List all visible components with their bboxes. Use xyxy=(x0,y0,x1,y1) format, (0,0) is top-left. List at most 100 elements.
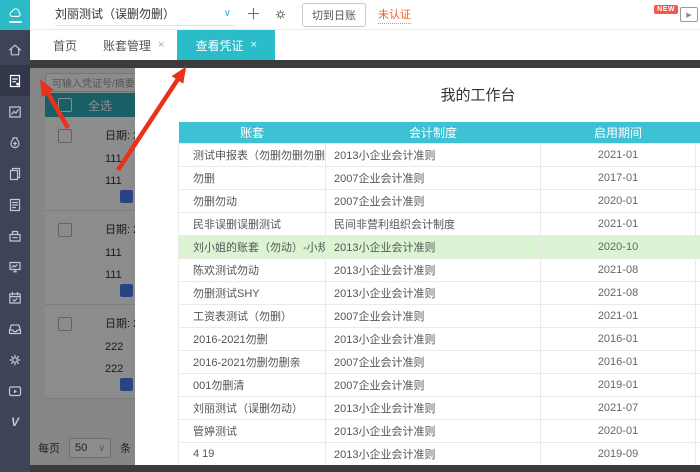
enable-period: 2021-01 xyxy=(540,143,696,167)
accounting-standard: 2013小企业会计准则 xyxy=(325,258,541,282)
empty-cell xyxy=(695,350,700,374)
cashier-icon xyxy=(9,230,21,242)
checkout-calendar-icon xyxy=(9,291,21,304)
empty-cell xyxy=(695,235,700,259)
account-set-row[interactable]: 测试申报表（勿删勿删勿删） 2013小企业会计准则 2021-01 xyxy=(178,143,700,167)
accounting-standard: 2013小企业会计准则 xyxy=(325,327,541,351)
account-set-name: 001勿删清 xyxy=(178,373,326,397)
sidebar-item-form[interactable] xyxy=(0,189,30,220)
tab-首页[interactable]: 首页 xyxy=(40,30,90,60)
fund-icon xyxy=(10,136,20,148)
sidebar-item-video-player[interactable] xyxy=(0,375,30,406)
column-header: 会计制度 xyxy=(325,122,541,144)
account-set-row[interactable]: 001勿删清 2007企业会计准则 2019-01 xyxy=(178,373,700,397)
empty-cell xyxy=(695,396,700,420)
enable-period: 2021-08 xyxy=(540,258,696,282)
empty-cell xyxy=(695,419,700,443)
enable-period: 2020-01 xyxy=(540,419,696,443)
accounting-standard: 2013小企业会计准则 xyxy=(325,281,541,305)
account-set-row[interactable]: 勿删勿动 2007企业会计准则 2020-01 xyxy=(178,189,700,213)
switch-daily-ledger-button[interactable]: 切到日账 xyxy=(302,2,367,27)
topbar: 刘丽测试（误删勿删） ∨ ＋ 切到日账 未认证 NEW ▶ xyxy=(30,0,700,30)
account-set-name: 刘小姐的账套（勿动）-小规模，再删... xyxy=(178,235,326,259)
sidebar-item-voucher[interactable] xyxy=(0,65,30,96)
account-set-table: 账套 会计制度 启用期间 测试申报表（勿删勿删勿删） 2013小企业会计准则 2021-0… xyxy=(178,122,700,465)
sidebar-item-monitor[interactable] xyxy=(0,251,30,282)
account-set-row[interactable]: 2016-2021勿删 2013小企业会计准则 2016-01 xyxy=(178,327,700,351)
tab-close-icon[interactable]: × xyxy=(250,39,256,51)
account-set-name: 管婷测试 xyxy=(178,419,326,443)
form-icon xyxy=(9,198,21,211)
monitor-icon xyxy=(9,261,21,272)
accounting-standard: 2007企业会计准则 xyxy=(325,304,541,328)
account-set-name: 工资表测试（勿删） xyxy=(178,304,326,328)
column-header: 启用期间 xyxy=(540,122,696,144)
empty-cell xyxy=(695,166,700,190)
enable-period: 2021-07 xyxy=(540,396,696,420)
sidebar-item-v-logo[interactable]: V xyxy=(0,406,30,437)
cloud-logo-icon xyxy=(9,8,21,17)
accounting-standard: 2013小企业会计准则 xyxy=(325,442,541,465)
account-set-row[interactable]: 刘小姐的账套（勿动）-小规模，再删...2013小企业会计准则2020-10 xyxy=(178,235,700,259)
enable-period: 2021-08 xyxy=(540,281,696,305)
enable-period: 2020-10 xyxy=(540,235,696,259)
empty-cell xyxy=(695,212,700,236)
account-set-name: 勿删测试SHY xyxy=(178,281,326,305)
tab-bar: 首页 账套管理 × 查看凭证 × xyxy=(30,30,700,60)
sidebar-item-cashier[interactable] xyxy=(0,220,30,251)
sidebar-item-fund[interactable] xyxy=(0,127,30,158)
sidebar-item-invoice-copy[interactable] xyxy=(0,158,30,189)
gear-icon xyxy=(276,10,286,19)
cert-status-link[interactable]: 未认证 xyxy=(378,6,412,24)
settings-icon[interactable] xyxy=(273,7,288,22)
add-account-button[interactable]: ＋ xyxy=(246,7,261,22)
workbench-modal: 我的工作台 账套 会计制度 启用期间 测试申报表（勿删勿删勿删） 2013小企业会计准则… xyxy=(135,68,700,465)
empty-cell xyxy=(695,327,700,351)
empty-cell xyxy=(695,258,700,282)
account-set-row[interactable]: 2016-2021勿删勿删亲 2007企业会计准则 2016-01 xyxy=(178,350,700,374)
account-set-name: 勿删勿动 xyxy=(178,189,326,213)
tab-查看凭证[interactable]: 查看凭证 × xyxy=(177,30,275,60)
accounting-standard: 2013小企业会计准则 xyxy=(325,419,541,443)
account-set-name: 勿删 xyxy=(178,166,326,190)
tab-label: 查看凭证 xyxy=(195,38,244,53)
account-set-row[interactable]: 陈欢测试勿动 2013小企业会计准则 2021-08 xyxy=(178,258,700,282)
enable-period: 2020-01 xyxy=(540,189,696,213)
sidebar-item-report-chart[interactable] xyxy=(0,96,30,127)
accounting-standard: 2007企业会计准则 xyxy=(325,166,541,190)
account-selector[interactable]: 刘丽测试（误删勿删） ∨ xyxy=(55,3,235,26)
account-set-row[interactable]: 工资表测试（勿删） 2007企业会计准则 2021-01 xyxy=(178,304,700,328)
enable-period: 2017-01 xyxy=(540,166,696,190)
accounting-standard: 2007企业会计准则 xyxy=(325,350,541,374)
empty-cell xyxy=(695,442,700,465)
brand-logo[interactable] xyxy=(0,0,30,30)
enable-period: 2016-01 xyxy=(540,350,696,374)
accounting-standard: 2013小企业会计准则 xyxy=(325,235,541,259)
empty-cell xyxy=(695,281,700,305)
account-set-row[interactable]: 刘丽测试（误删勿动） 2013小企业会计准则 2021-07 xyxy=(178,396,700,420)
enable-period: 2021-01 xyxy=(540,212,696,236)
empty-cell xyxy=(695,304,700,328)
video-player-icon xyxy=(8,385,22,396)
sidebar-item-gear[interactable] xyxy=(0,344,30,375)
account-set-name: 刘丽测试（误删勿动） xyxy=(178,396,326,420)
account-set-row[interactable]: 4 19 2013小企业会计准则 2019-09 xyxy=(178,442,700,465)
empty-cell xyxy=(695,373,700,397)
sidebar-item-checkout-calendar[interactable] xyxy=(0,282,30,313)
accounting-standard: 2013小企业会计准则 xyxy=(325,143,541,167)
inbox-icon xyxy=(8,323,22,334)
account-set-row[interactable]: 管婷测试 2013小企业会计准则 2020-01 xyxy=(178,419,700,443)
tab-label: 首页 xyxy=(53,38,78,53)
enable-period: 2019-09 xyxy=(540,442,696,465)
account-set-row[interactable]: 勿删测试SHY 2013小企业会计准则 2021-08 xyxy=(178,281,700,305)
accounting-standard: 2007企业会计准则 xyxy=(325,189,541,213)
video-icon[interactable]: ▶ xyxy=(680,7,698,22)
account-set-row[interactable]: 民非误删误删测试 民间非营利组织会计制度 2021-01 xyxy=(178,212,700,236)
tab-账套管理[interactable]: 账套管理 × xyxy=(90,30,177,60)
sidebar-item-home[interactable] xyxy=(0,34,30,65)
enable-period: 2019-01 xyxy=(540,373,696,397)
sidebar-item-inbox[interactable] xyxy=(0,313,30,344)
account-set-row[interactable]: 勿删 2007企业会计准则 2017-01 xyxy=(178,166,700,190)
tab-close-icon[interactable]: × xyxy=(158,39,164,51)
invoice-copy-icon xyxy=(9,167,21,180)
